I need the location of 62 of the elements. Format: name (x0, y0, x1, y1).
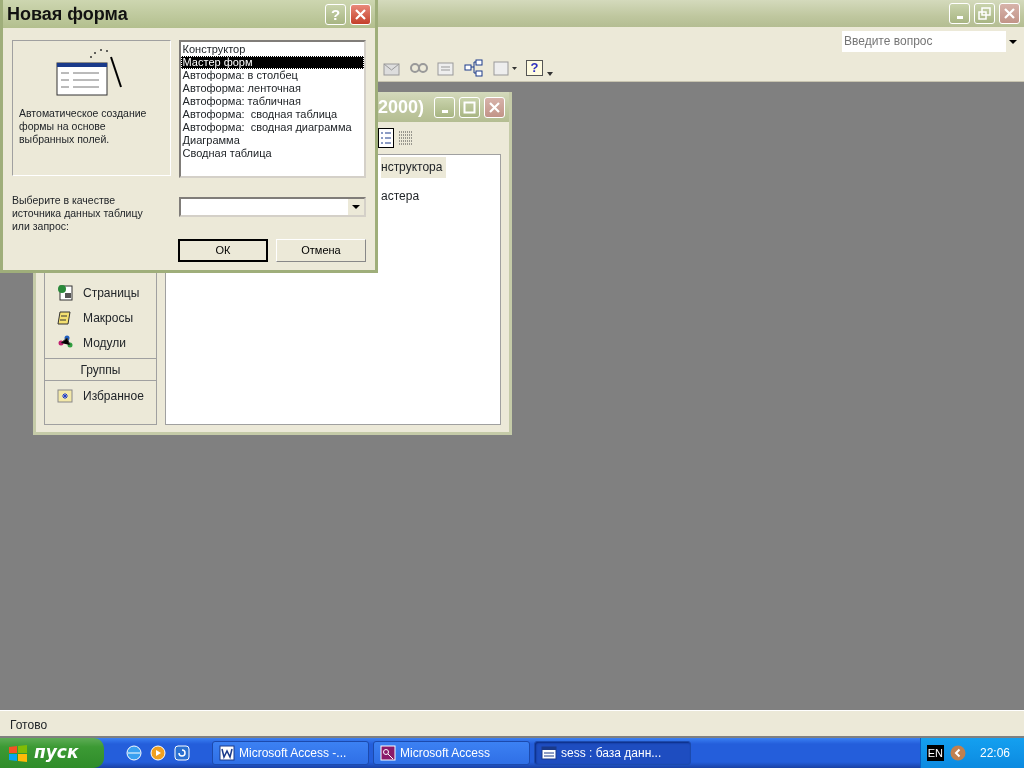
window-title: 2000) (377, 95, 424, 119)
start-button[interactable]: пуск (0, 738, 104, 768)
minimize-button[interactable] (434, 96, 455, 118)
cancel-button[interactable]: Отмена (276, 239, 366, 262)
close-icon (487, 99, 502, 115)
form-type-list[interactable]: Конструктор Мастер форм Автоформа: в столбец Автоформа: ленточная Автоформа: табличная Автоформа: сводная таблица Автоформа: сводная диаграмма Диаграмма Сводная таблица (178, 40, 366, 178)
list-item[interactable]: нструктора (381, 157, 447, 178)
minimize-button[interactable] (949, 3, 970, 24)
source-combo[interactable] (178, 197, 366, 217)
list-option[interactable]: Автоформа: сводная диаграмма (180, 121, 364, 134)
minimize-icon (441, 109, 448, 113)
object-item[interactable]: Макросы (45, 305, 156, 330)
list-item[interactable]: астера (381, 186, 424, 207)
close-icon (353, 6, 368, 22)
object-item[interactable]: Страницы (45, 280, 156, 305)
clock-text: 22:06 (979, 745, 1010, 762)
list-view-icon[interactable] (378, 128, 394, 148)
list-option[interactable]: Мастер форм (180, 56, 364, 69)
page-icon (57, 284, 73, 301)
media-player-icon[interactable] (150, 745, 166, 761)
description-text: Автоматическое создание формы на основе выбранных полей. (19, 107, 148, 146)
restore-icon (977, 6, 992, 21)
list-option[interactable]: Конструктор (180, 43, 364, 56)
list-option[interactable]: Автоформа: сводная таблица (180, 108, 364, 121)
question-field[interactable]: Введите вопрос (842, 30, 1006, 52)
list-option[interactable]: Автоформа: табличная (180, 95, 364, 108)
taskbar-button[interactable]: Microsoft Access -... (212, 741, 369, 765)
minimize-icon (956, 16, 963, 19)
taskbar-button[interactable]: sess : база данн... (534, 741, 691, 765)
window-icon (541, 745, 557, 761)
group-header[interactable]: Группы (45, 358, 156, 381)
refresh-icon[interactable] (174, 745, 190, 761)
taskbar-button[interactable]: Microsoft Access (373, 741, 530, 765)
status-text: Готово (10, 718, 48, 732)
source-label: Выберите в качестве источника данных таблицу или запрос: (12, 194, 144, 233)
globe-icon[interactable] (126, 745, 142, 761)
ok-button[interactable]: ОК (178, 239, 268, 262)
dialog-title: Новая форма (7, 2, 128, 26)
caret-icon (547, 72, 553, 76)
link-icon[interactable] (410, 62, 428, 74)
close-button[interactable] (999, 3, 1020, 24)
close-icon (1002, 6, 1017, 21)
object-item[interactable]: Модули (45, 330, 156, 355)
close-button[interactable] (350, 3, 371, 25)
chevron-icon[interactable] (949, 745, 966, 761)
scroll-icon (57, 309, 73, 326)
restore-button[interactable] (974, 3, 995, 24)
properties-icon[interactable] (436, 59, 456, 77)
new-object-icon[interactable] (492, 59, 518, 77)
group-item[interactable]: Избранное (45, 383, 156, 408)
list-option[interactable]: Автоформа: ленточная (180, 82, 364, 95)
windows-flag-icon (8, 744, 28, 762)
list-option[interactable]: Сводная таблица (180, 147, 364, 160)
language-indicator[interactable]: EN (926, 744, 944, 762)
list-option[interactable]: Автоформа: в столбец (180, 69, 364, 82)
maximize-icon (462, 99, 477, 115)
relationships-icon[interactable] (464, 59, 484, 77)
close-button[interactable] (484, 96, 505, 118)
folder-icon (57, 388, 73, 403)
list-option[interactable]: Диаграмма (180, 134, 364, 147)
maximize-button[interactable] (459, 96, 480, 118)
document-icon (219, 745, 235, 761)
